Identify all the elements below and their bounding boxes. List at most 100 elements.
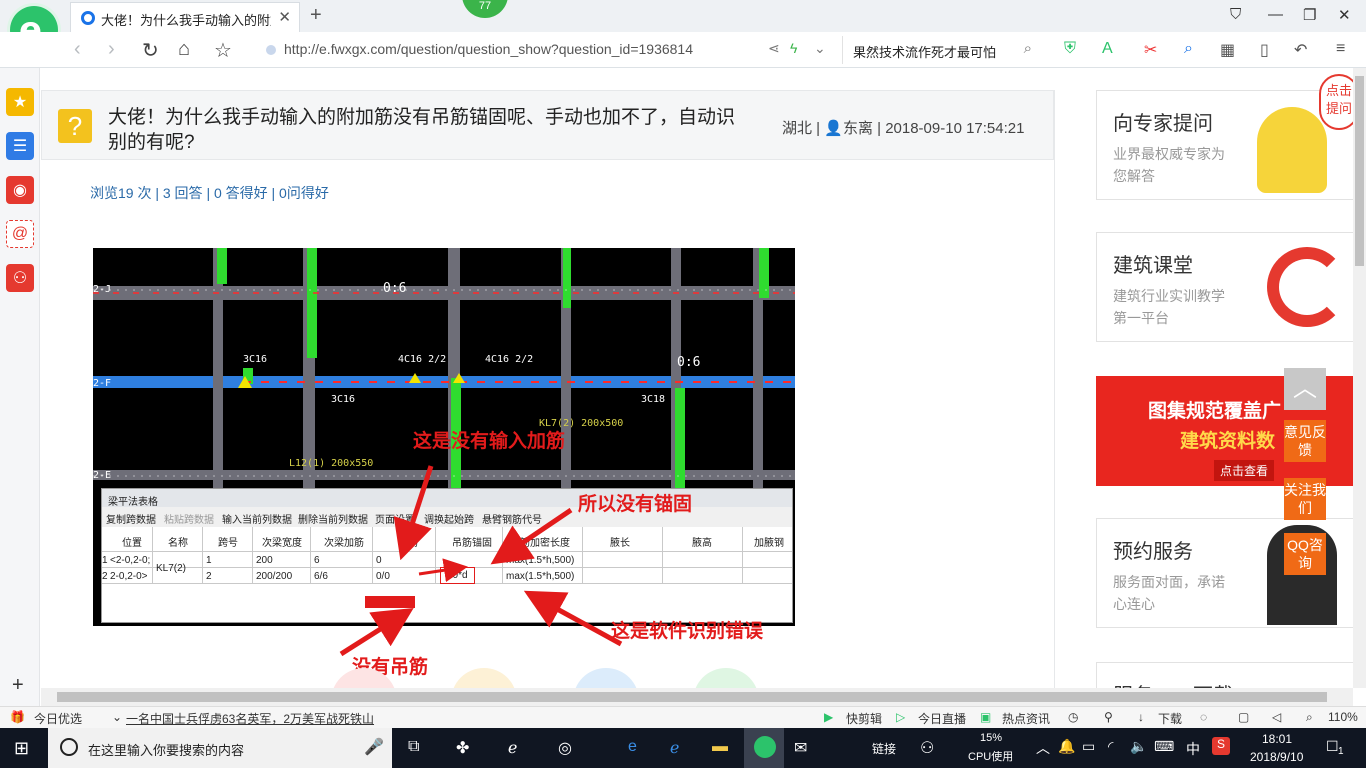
wifi-icon[interactable]: ◜ — [1108, 738, 1113, 755]
ime-indicator[interactable]: 中 — [1186, 739, 1200, 759]
card-ask-expert[interactable]: 向专家提问 业界最权威专家为您解答 — [1096, 90, 1353, 200]
email-icon[interactable]: @ — [6, 220, 34, 248]
back-button[interactable]: ‹ — [74, 38, 81, 61]
row2-width[interactable]: 200/200 — [256, 571, 292, 582]
lightning-icon[interactable]: ϟ — [790, 40, 797, 56]
ask-corner-badge[interactable]: 点击提问 — [1319, 74, 1353, 130]
restore-button[interactable]: ❐ — [1303, 6, 1316, 24]
scissors-icon[interactable]: ✂ — [1144, 40, 1157, 60]
action-center-icon[interactable]: ☐ — [1326, 738, 1339, 755]
refresh-button[interactable]: ↻ — [142, 38, 159, 63]
reader-icon[interactable]: ▯ — [1260, 40, 1269, 60]
apps-grid-icon[interactable]: ▦ — [1220, 40, 1235, 60]
undo-icon[interactable]: ↶ — [1294, 40, 1307, 60]
status-zoom[interactable]: 110% — [1328, 710, 1358, 724]
chevron-down-icon[interactable]: ⌄ — [112, 710, 122, 724]
tool-input-col[interactable]: 输入当前列数据 — [222, 511, 292, 526]
mute-icon[interactable]: ◁ — [1272, 710, 1281, 724]
minimize-button[interactable]: — — [1268, 6, 1283, 23]
vertical-scrollbar[interactable] — [1353, 68, 1366, 688]
row1-width[interactable]: 200 — [256, 555, 273, 566]
gift-icon[interactable]: 🎁 — [10, 710, 25, 724]
zoom-icon[interactable]: ⌕ — [1306, 710, 1313, 725]
status-download[interactable]: 下载 — [1158, 710, 1182, 727]
tool-copy[interactable]: 复制跨数据 — [106, 511, 156, 526]
chevron-down-icon[interactable]: ⌄ — [814, 40, 826, 57]
row1-span[interactable]: 1 — [206, 555, 212, 566]
keyboard-icon[interactable]: ⌨ — [1154, 738, 1174, 755]
battery-icon[interactable]: ▭ — [1082, 738, 1095, 755]
favorite-star-button[interactable]: ☆ — [214, 38, 232, 63]
bell-icon[interactable]: 🔔 — [1058, 738, 1075, 755]
search-icon[interactable]: ⌕ — [1024, 40, 1032, 57]
window-icon[interactable]: ▢ — [1238, 710, 1249, 724]
home-button[interactable]: ⌂ — [178, 38, 190, 61]
share-icon[interactable]: ⋖ — [768, 40, 780, 57]
new-tab-button[interactable]: + — [310, 4, 322, 27]
notification-badge[interactable]: 77 — [462, 0, 508, 18]
shield-icon[interactable]: ⛨ — [1064, 40, 1076, 58]
row1-pos[interactable]: <2-0,2-0; — [110, 555, 150, 566]
menu-icon[interactable]: ≡ — [1336, 40, 1345, 58]
favorites-star-icon[interactable]: ★ — [6, 88, 34, 116]
taskbar-search[interactable]: 在这里输入你要搜索的内容 🎤 — [48, 728, 392, 768]
follow-us-button[interactable]: 关注我们 — [1284, 478, 1326, 520]
feedback-button[interactable]: 意见反馈 — [1284, 420, 1326, 462]
row2-pos[interactable]: 2-0,2-0> — [110, 571, 148, 582]
site-info-icon[interactable] — [266, 45, 276, 55]
browser-e-icon[interactable]: ℯ — [508, 738, 517, 758]
spiral-app-icon[interactable]: ◎ — [558, 738, 572, 758]
qq-consult-button[interactable]: QQ咨询 — [1284, 533, 1326, 575]
microphone-icon[interactable]: 🎤 — [364, 737, 384, 757]
row-name[interactable]: KL7(2) — [156, 563, 186, 574]
news-list-icon[interactable]: ☰ — [6, 132, 34, 160]
tray-chevron-icon[interactable]: ︿ — [1036, 738, 1050, 758]
pin-icon[interactable]: ⚲ — [1104, 710, 1113, 724]
tool-paste[interactable]: 粘贴跨数据 — [164, 511, 214, 526]
row2-span[interactable]: 2 — [206, 571, 212, 582]
vertical-scroll-thumb[interactable] — [1355, 76, 1364, 266]
windows-start-icon[interactable]: ⊞ — [14, 738, 29, 759]
horizontal-scrollbar[interactable] — [41, 688, 1353, 706]
volume-icon[interactable]: 🔈 — [1130, 738, 1147, 755]
taskbar-link[interactable]: 链接 — [872, 740, 896, 757]
clip-icon[interactable]: ▶ — [824, 710, 833, 724]
refresh-status-icon[interactable]: ◌ — [1200, 710, 1207, 724]
sogou-icon[interactable]: S — [1212, 737, 1230, 755]
card-app-download[interactable]: 服务APP下载 — [1096, 662, 1353, 688]
horizontal-scroll-thumb[interactable] — [57, 692, 1327, 702]
row1-add[interactable]: 6 — [314, 555, 320, 566]
close-window-button[interactable]: ✕ — [1338, 6, 1351, 24]
status-hotnews[interactable]: 热点资讯 — [1002, 710, 1050, 727]
fan-app-icon[interactable]: ✤ — [456, 738, 469, 758]
banner-link[interactable]: 点击查看 — [1214, 460, 1275, 481]
status-news-link[interactable]: 一名中国士兵俘虏63名英军，2万美军战死铁山 — [126, 710, 374, 727]
ie-icon[interactable]: ℯ — [670, 738, 679, 758]
add-sidebar-icon[interactable]: + — [12, 674, 24, 697]
status-live[interactable]: 今日直播 — [918, 710, 966, 727]
live-icon[interactable]: ▷ — [896, 710, 905, 724]
game-icon[interactable]: ⚇ — [6, 264, 34, 292]
back-to-top-button[interactable]: ︿ — [1284, 368, 1326, 410]
url-field[interactable]: http://e.fwxgx.com/question/question_sho… — [262, 36, 837, 64]
task-view-icon[interactable]: ⧉ — [408, 738, 419, 756]
file-explorer-icon[interactable]: ▬ — [712, 738, 728, 756]
speed-icon[interactable]: ◷ — [1068, 710, 1078, 724]
people-icon[interactable]: ⚇ — [920, 738, 934, 758]
status-quickclip[interactable]: 快剪辑 — [846, 710, 882, 727]
edge-icon[interactable]: e — [628, 738, 637, 756]
download-icon[interactable]: ↓ — [1138, 710, 1144, 724]
hotnews-icon[interactable]: ▣ — [980, 710, 991, 724]
clock-date[interactable]: 2018/9/10 — [1250, 750, 1303, 764]
mail-icon[interactable]: ✉ — [794, 738, 807, 758]
shirt-icon[interactable]: ⛉ — [1230, 6, 1241, 23]
cortana-icon[interactable] — [60, 738, 78, 756]
question-user[interactable]: 东离 — [843, 120, 873, 137]
tab-close-icon[interactable]: ✕ — [278, 8, 291, 26]
clock-time[interactable]: 18:01 — [1262, 732, 1292, 746]
magnifier-icon[interactable]: ⌕ — [1184, 40, 1193, 58]
browser-tab[interactable]: 大佬！为什么我手动输入的附加筋 ✕ — [70, 2, 300, 32]
search-box[interactable]: 果然技术流作死才最可怕 ⌕ — [842, 36, 1038, 64]
active-browser-taskbar[interactable] — [744, 728, 784, 768]
weibo-icon[interactable]: ◉ — [6, 176, 34, 204]
